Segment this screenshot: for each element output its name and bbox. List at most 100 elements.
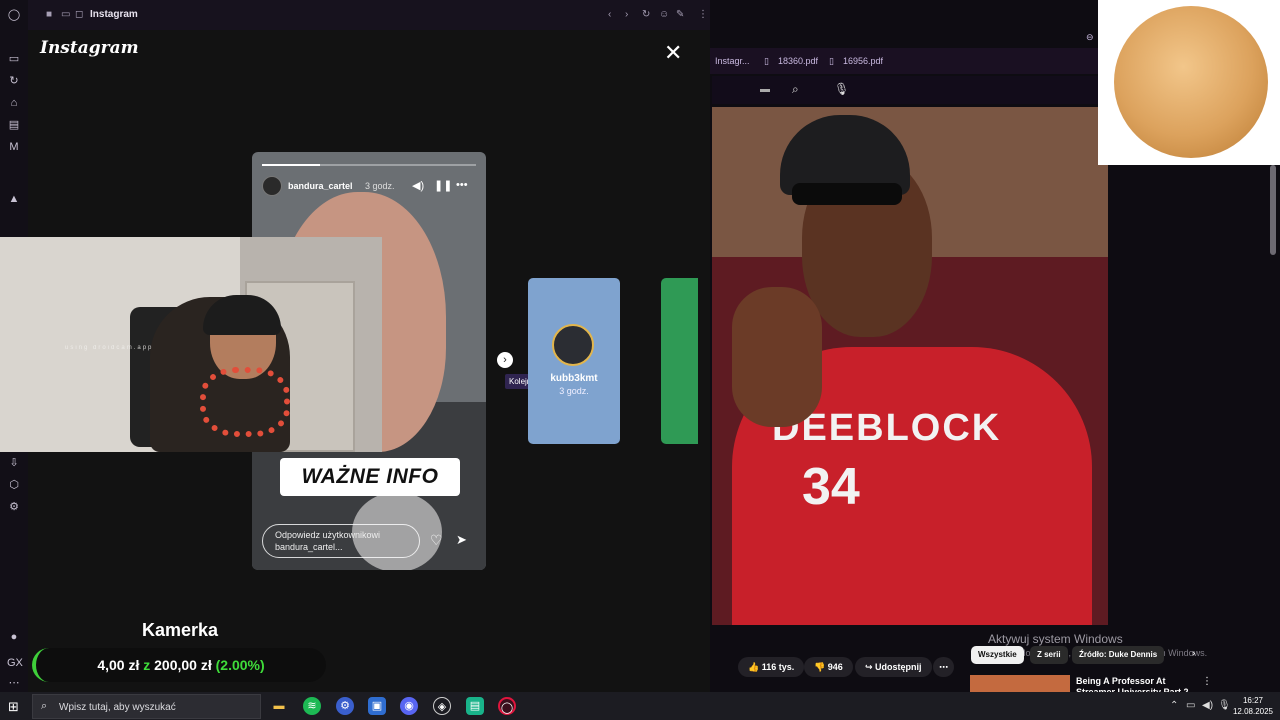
reply-input[interactable]: Odpowiedz użytkownikowi bandura_cartel..… [262,524,420,558]
settings-icon[interactable]: ⚙ [7,500,21,514]
donation-target: 200,00 zł [154,657,212,673]
opera-logo-icon[interactable]: ◯ [7,8,21,22]
story-banner: WAŻNE INFO [280,458,460,496]
chip-source[interactable]: Źródło: Duke Dennis [1072,646,1165,664]
next-story-preview[interactable]: kubb3kmt 3 godz. [528,278,620,444]
more-icon[interactable]: ⋯ [7,676,21,690]
gx-control-icon[interactable]: ▭ [7,52,21,66]
forward-icon[interactable]: › [625,9,628,20]
history-icon[interactable]: ↻ [7,74,21,88]
comment-count: 946 [827,662,843,672]
search-icon[interactable]: ⌕ [792,82,799,97]
zoom-icon[interactable]: ⊖ [1086,32,1094,43]
windows-start-icon[interactable]: ⊞ [8,699,19,715]
story-username[interactable]: bandura_cartel [288,181,353,191]
app-icon[interactable]: ◈ [433,697,451,715]
file-explorer-icon[interactable]: ▬ [270,697,288,715]
mic-tray-icon[interactable]: 🎙 [1218,700,1231,711]
tab-pdf-2[interactable]: 16956.pdf [843,56,883,66]
more-actions-icon[interactable]: ⋯ [933,657,954,677]
gx-icon[interactable]: GX [7,656,23,670]
avatar[interactable] [262,176,282,196]
spotify-icon[interactable]: ≋ [303,697,321,715]
next-story-time: 3 godz. [559,386,589,396]
instagram-logo[interactable]: Instagram [40,38,139,58]
donation-percent: (2.00%) [215,657,265,673]
video-hand [732,287,822,427]
reload-icon[interactable]: ↻ [642,9,650,20]
jersey-number: 34 [802,458,860,516]
pin-icon[interactable]: ▲ [7,192,21,206]
youtube-searchbar[interactable]: ▬ ⌕ 🎙 [712,76,1102,104]
bread-overlay-image [1098,0,1280,165]
recommended-title[interactable]: Being A Professor At Streamer University… [1076,676,1206,692]
camera-icon: ▭ [61,9,71,20]
cube-icon[interactable]: ⬡ [7,478,21,492]
scrollbar[interactable] [1270,165,1276,255]
share-icon: ↪ [865,662,876,672]
pause-icon[interactable]: ❚❚ [434,179,452,192]
webcam-lei [200,367,290,437]
like-count: 116 tys. [761,662,795,672]
pdf-icon: ▯ [764,56,769,66]
search-input[interactable]: ⌕ Wpisz tutaj, aby wyszukać [32,694,261,719]
chip-all[interactable]: Wszystkie [971,646,1024,664]
donation-goal: 4,00 zł z 200,00 zł (2.00%) [32,648,326,682]
donation-current: 4,00 zł [97,657,140,673]
network-icon[interactable]: ▭ [1186,700,1195,711]
lock-icon: ■ [46,9,53,20]
gx-mod-icon[interactable]: ● [7,630,21,644]
tab-pdf-1[interactable]: 18360.pdf [778,56,818,66]
back-icon[interactable]: ‹ [608,9,611,20]
taskbar-clock[interactable]: 16:27 12.08.2025 [1230,695,1276,717]
chip-series[interactable]: Z serii [1030,646,1068,664]
close-icon[interactable]: ✕ [664,40,682,66]
heart-icon[interactable]: ♡ [430,532,443,549]
story-progress [262,164,476,166]
pdf-icon: ▯ [829,56,834,66]
video-glasses [792,183,902,205]
opera-gx-icon[interactable]: ◯ [498,697,516,715]
tab-instagram[interactable]: Instagr... [715,56,750,66]
webcam-watermark: using droidcam.app [65,345,154,351]
donation-separator: z [143,657,151,673]
extensions-icon[interactable]: ⌂ [7,96,21,110]
mute-icon[interactable]: ◀) [412,179,424,192]
pin-popup-icon[interactable]: ✎ [676,9,684,20]
like-button[interactable]: 👍 116 tys. [738,657,805,677]
share-button[interactable]: ↪ Udostępnij [855,657,932,677]
video-player[interactable]: DEEBLOCK 34 [712,107,1108,625]
tray-chevron-icon[interactable]: ⌃ [1170,700,1178,711]
volume-icon[interactable]: ◀) [1202,700,1213,711]
send-icon[interactable]: ➤ [456,532,467,548]
recommended-thumbnail[interactable] [970,675,1070,692]
discord-icon[interactable]: ◉ [400,697,418,715]
keyboard-icon[interactable]: ▬ [760,84,770,95]
menu-dots-icon[interactable]: ⋮ [698,9,708,20]
more-options-icon[interactable]: ••• [456,179,468,191]
windows-activation-title: Aktywuj system Windows [988,632,1123,646]
avatar[interactable] [552,324,594,366]
store-icon[interactable]: ▣ [368,697,386,715]
clock-time: 16:27 [1242,696,1264,705]
dislike-button[interactable]: 👎 946 [804,657,853,677]
chevron-right-icon[interactable]: › [1192,648,1195,659]
messenger-icon[interactable]: M [7,140,21,154]
story-preview-partial[interactable] [661,278,698,444]
share-label: Udostępnij [875,662,922,672]
next-story-username: kubb3kmt [550,373,598,384]
next-story-button[interactable]: › [497,352,513,368]
popup-titlebar: ■ ▭ ◻ Instagram ‹ › ↻ ☺ ✎ ⋮ [28,0,710,30]
settings-app-icon[interactable]: ⚙ [336,697,354,715]
thumb-up-icon: 👍 [748,662,762,672]
instagram-small-icon: ◻ [75,9,84,20]
search-icon: ⌕ [41,700,48,712]
popup-title: Instagram [90,9,138,20]
emoji-icon[interactable]: ☺ [659,9,669,20]
app-green-icon[interactable]: ▤ [466,697,484,715]
notes-icon[interactable]: ▤ [7,118,21,132]
mic-icon[interactable]: 🎙 [834,82,849,96]
download-icon[interactable]: ⇩ [7,456,21,470]
clock-date: 12.08.2025 [1232,707,1274,716]
more-vert-icon[interactable]: ⋮ [1202,676,1212,687]
